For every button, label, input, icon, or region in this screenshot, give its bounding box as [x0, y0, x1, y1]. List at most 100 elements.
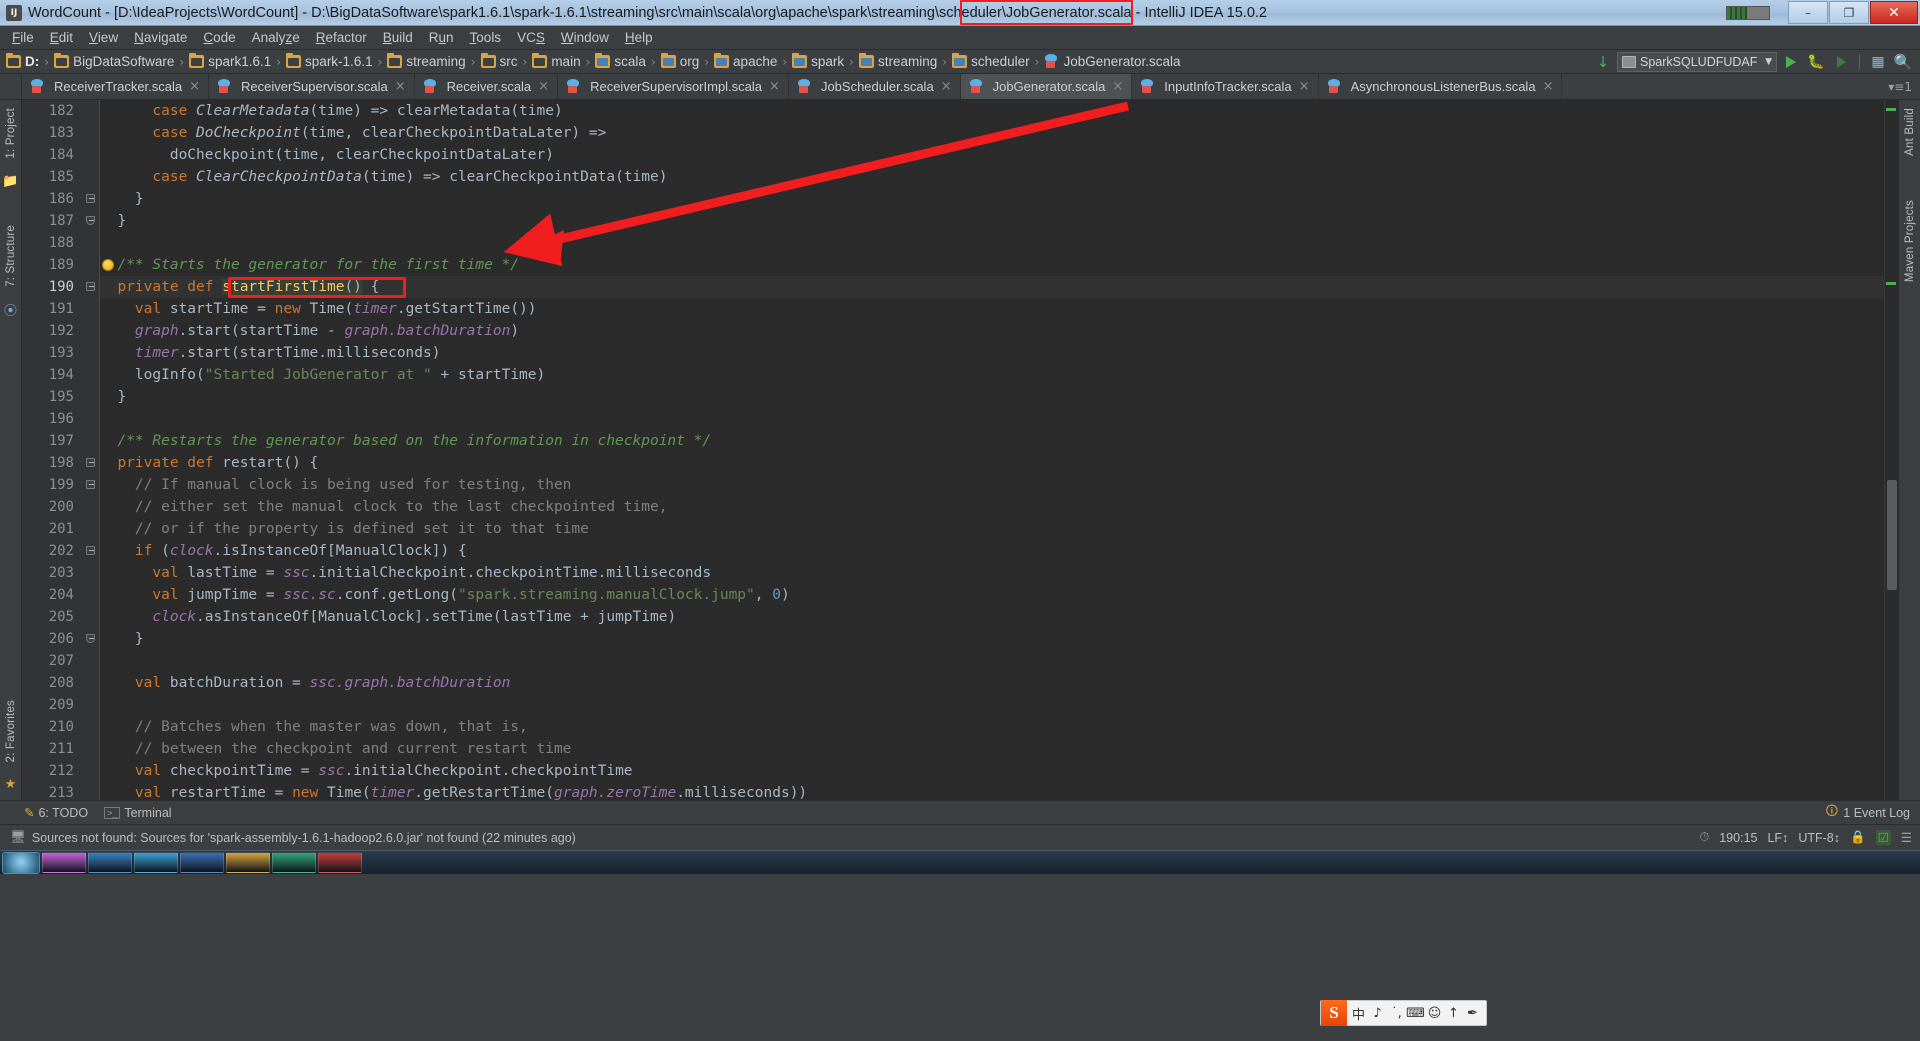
menu-item-analyze[interactable]: Analyze — [244, 28, 308, 47]
start-button[interactable] — [2, 851, 40, 874]
menu-item-view[interactable]: View — [81, 28, 126, 47]
code-line[interactable]: private def startFirstTime() { — [100, 276, 1884, 298]
code-fold-marker[interactable] — [86, 546, 95, 555]
ime-button[interactable]: ✒ — [1463, 1002, 1482, 1024]
tab-close-icon[interactable]: × — [538, 79, 549, 94]
event-log-label[interactable]: 1 Event Log — [1843, 806, 1910, 820]
layout-icon[interactable]: ▦ — [1867, 52, 1889, 72]
run-icon[interactable] — [1780, 52, 1802, 72]
sidebar-item-ant-build[interactable]: Ant Build — [1902, 100, 1918, 164]
ime-button[interactable]: ˙, — [1387, 1002, 1406, 1024]
taskbar-app[interactable] — [134, 852, 178, 873]
breadcrumb-item-streaming[interactable]: streaming — [857, 53, 939, 69]
fold-column[interactable] — [78, 100, 100, 800]
code-line[interactable]: // between the checkpoint and current re… — [100, 738, 1884, 760]
menu-item-tools[interactable]: Tools — [462, 28, 510, 47]
tab-list-icon[interactable]: ▾≡1 — [1888, 80, 1912, 94]
menu-item-build[interactable]: Build — [375, 28, 421, 47]
code-line[interactable]: } — [100, 188, 1884, 210]
code-line[interactable]: val checkpointTime = ssc.initialCheckpoi… — [100, 760, 1884, 782]
menu-item-vcs[interactable]: VCS — [509, 28, 553, 47]
code-line[interactable]: private def restart() { — [100, 452, 1884, 474]
intention-bulb-icon[interactable] — [102, 259, 114, 271]
ime-button[interactable]: ♪ — [1368, 1002, 1387, 1024]
editor-scrollbar-thumb[interactable] — [1887, 480, 1897, 590]
editor-marker-bar[interactable] — [1884, 100, 1898, 800]
code-line[interactable]: val batchDuration = ssc.graph.batchDurat… — [100, 672, 1884, 694]
sidebar-item-favorites[interactable]: 2: Favorites — [3, 692, 19, 770]
menu-item-file[interactable]: File — [4, 28, 42, 47]
inspections-icon[interactable]: ☑ — [1875, 830, 1891, 845]
editor-tab-inputinfotracker-scala[interactable]: InputInfoTracker.scala × — [1132, 74, 1319, 99]
editor-tab-receivertracker-scala[interactable]: ReceiverTracker.scala × — [22, 74, 210, 99]
menu-item-edit[interactable]: Edit — [42, 28, 81, 47]
breadcrumb-item-scheduler[interactable]: scheduler — [950, 53, 1032, 69]
code-fold-marker[interactable] — [86, 282, 95, 291]
minimize-button[interactable]: – — [1788, 1, 1828, 24]
run-configuration-selector[interactable]: SparkSQLUDFUDAF ▼ — [1617, 51, 1777, 72]
bottom-item-todo[interactable]: ✎ 6: TODO — [24, 805, 88, 821]
taskbar-app[interactable] — [42, 852, 86, 873]
code-line[interactable]: doCheckpoint(time, clearCheckpointDataLa… — [100, 144, 1884, 166]
code-fold-marker[interactable] — [86, 194, 95, 203]
tab-close-icon[interactable]: × — [189, 79, 200, 94]
code-editor[interactable]: 182 183 184 185 186 187 188 189 190 191 192 193 194 1… — [22, 100, 1898, 800]
code-line[interactable]: /** Starts the generator for the first t… — [100, 254, 1884, 276]
taskbar-app[interactable] — [226, 852, 270, 873]
sidebar-item-structure[interactable]: 7: Structure — [3, 217, 19, 295]
code-line[interactable]: if (clock.isInstanceOf[ManualClock]) { — [100, 540, 1884, 562]
breadcrumb-item-main[interactable]: main — [530, 53, 582, 69]
ime-button[interactable]: ↑ — [1444, 1002, 1463, 1024]
maximize-button[interactable]: ❐ — [1829, 1, 1869, 24]
history-icon[interactable]: ⏱ — [1699, 830, 1709, 845]
ime-button[interactable]: ☺ — [1425, 1002, 1444, 1024]
breadcrumb-item-bigdatasoftware[interactable]: BigDataSoftware — [52, 53, 176, 69]
editor-tab-jobgenerator-scala[interactable]: JobGenerator.scala × — [960, 74, 1133, 99]
taskbar-app[interactable] — [180, 852, 224, 873]
menu-item-refactor[interactable]: Refactor — [308, 28, 375, 47]
code-line[interactable]: val startTime = new Time(timer.getStartT… — [100, 298, 1884, 320]
taskbar-app[interactable] — [272, 852, 316, 873]
debug-icon[interactable]: 🐛 — [1805, 52, 1827, 72]
breadcrumb-item-d[interactable]: D: — [4, 53, 41, 69]
editor-gutter[interactable]: 182 183 184 185 186 187 188 189 190 191 192 193 194 1… — [22, 100, 100, 800]
tab-close-icon[interactable]: × — [395, 79, 406, 94]
breadcrumb-item-scala[interactable]: scala — [593, 53, 648, 69]
search-everywhere-icon[interactable]: 🔍 — [1892, 52, 1914, 72]
menu-item-help[interactable]: Help — [617, 28, 661, 47]
sidebar-item-maven-projects[interactable]: Maven Projects — [1902, 192, 1918, 290]
code-fold-marker[interactable] — [86, 634, 95, 643]
menu-item-window[interactable]: Window — [553, 28, 617, 47]
lock-icon[interactable]: 🔒 — [1850, 830, 1866, 845]
tab-close-icon[interactable]: × — [1543, 79, 1554, 94]
code-line[interactable] — [100, 650, 1884, 672]
breadcrumb-item-streaming[interactable]: streaming — [385, 53, 467, 69]
breadcrumb-item-spark161[interactable]: spark1.6.1 — [187, 53, 273, 69]
code-line[interactable]: // either set the manual clock to the la… — [100, 496, 1884, 518]
run-with-coverage-icon[interactable] — [1830, 52, 1852, 72]
bottom-item-terminal[interactable]: >_ Terminal — [104, 806, 172, 820]
code-text[interactable]: case ClearMetadata(time) => clearMetadat… — [100, 100, 1884, 800]
line-separator[interactable]: LF↕ — [1767, 831, 1788, 845]
menu-item-run[interactable]: Run — [421, 28, 462, 47]
code-pane[interactable]: case ClearMetadata(time) => clearMetadat… — [100, 100, 1884, 800]
code-line[interactable]: val jumpTime = ssc.sc.conf.getLong("spar… — [100, 584, 1884, 606]
code-line[interactable]: case ClearMetadata(time) => clearMetadat… — [100, 100, 1884, 122]
code-fold-marker[interactable] — [86, 458, 95, 467]
menu-item-code[interactable]: Code — [195, 28, 243, 47]
code-line[interactable]: timer.start(startTime.milliseconds) — [100, 342, 1884, 364]
code-line[interactable]: graph.start(startTime - graph.batchDurat… — [100, 320, 1884, 342]
taskbar-app[interactable] — [318, 852, 362, 873]
editor-tab-asynchronouslistenerbus-scala[interactable]: AsynchronousListenerBus.scala × — [1318, 74, 1563, 99]
memory-icon[interactable]: ☰ — [1901, 830, 1912, 845]
code-line[interactable] — [100, 408, 1884, 430]
breadcrumb-item-org[interactable]: org — [659, 53, 702, 69]
menu-item-navigate[interactable]: Navigate — [126, 28, 195, 47]
ime-button[interactable]: ⌨ — [1406, 1002, 1425, 1024]
caret-position[interactable]: 190:15 — [1719, 831, 1757, 845]
code-fold-marker[interactable] — [86, 480, 95, 489]
ime-toolbar[interactable]: S 中 ♪ ˙, ⌨ ☺ ↑ ✒ — [1320, 1000, 1487, 1026]
code-line[interactable]: val lastTime = ssc.initialCheckpoint.che… — [100, 562, 1884, 584]
sidebar-item-project[interactable]: 1: Project — [3, 100, 19, 167]
chevron-down-icon[interactable]: ▼ — [1765, 57, 1772, 67]
